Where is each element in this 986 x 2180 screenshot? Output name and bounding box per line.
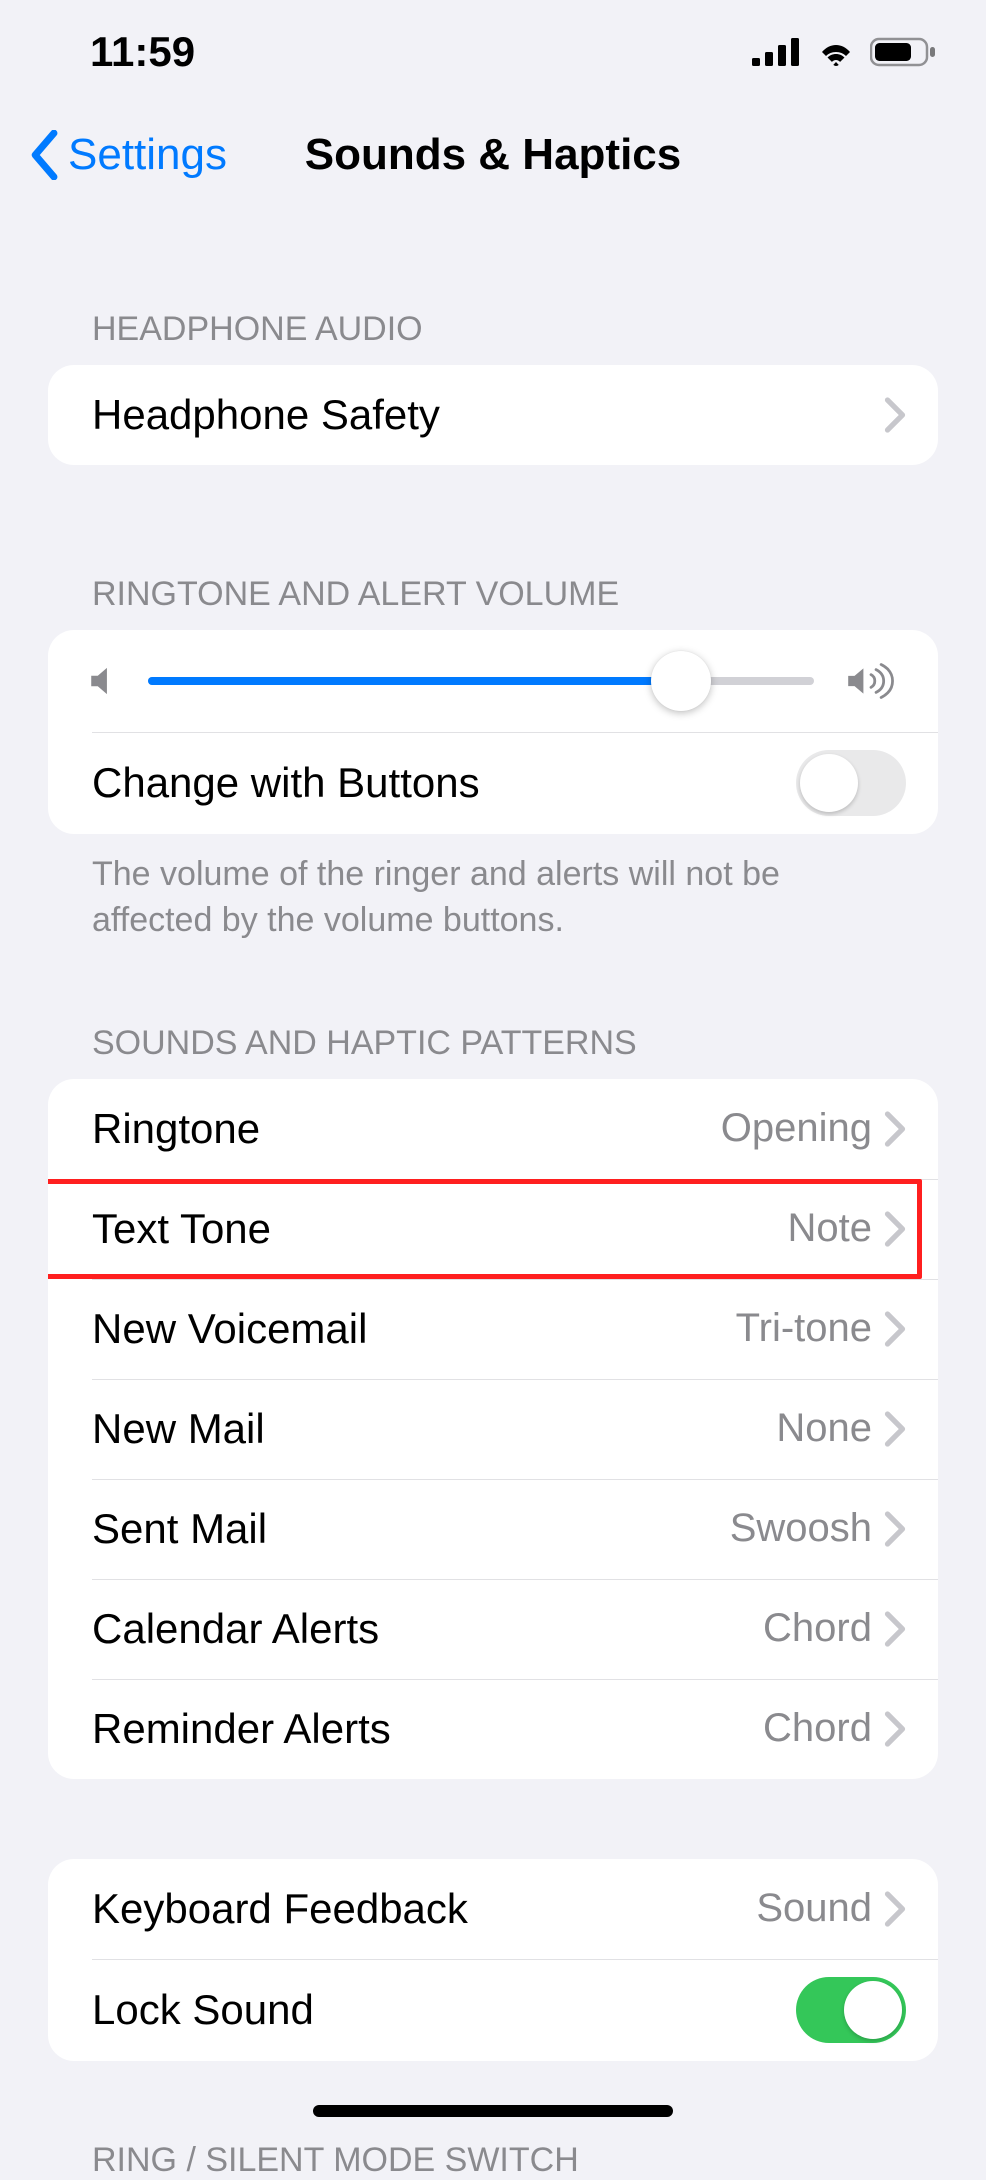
section-header-ring-silent: RING / SILENT MODE SWITCH [0, 2141, 986, 2180]
status-right [752, 37, 936, 67]
row-label: Keyboard Feedback [92, 1885, 756, 1933]
group-headphone-audio: Headphone Safety [48, 365, 938, 465]
row-label: Text Tone [92, 1205, 788, 1253]
chevron-right-icon [884, 1111, 906, 1147]
row-change-with-buttons[interactable]: Change with Buttons [48, 732, 938, 834]
section-header-headphone-audio: HEADPHONE AUDIO [0, 310, 986, 365]
row-volume-slider [48, 630, 938, 732]
row-label: Ringtone [92, 1105, 721, 1153]
toggle-change-with-buttons[interactable] [796, 750, 906, 816]
row-value: Chord [763, 1706, 872, 1751]
page-title: Sounds & Haptics [0, 130, 986, 180]
row-label: Change with Buttons [92, 759, 796, 807]
row-calendar-alerts[interactable]: Calendar AlertsChord [48, 1579, 938, 1679]
cellular-signal-icon [752, 38, 802, 66]
row-keyboard-feedback[interactable]: Keyboard Feedback Sound [48, 1859, 938, 1959]
speaker-high-icon [844, 662, 898, 700]
chevron-right-icon [884, 1711, 906, 1747]
row-lock-sound[interactable]: Lock Sound [48, 1959, 938, 2061]
home-indicator[interactable] [313, 2105, 673, 2117]
row-ringtone[interactable]: RingtoneOpening [48, 1079, 938, 1179]
wifi-icon [816, 38, 856, 66]
chevron-right-icon [884, 1411, 906, 1447]
volume-slider-thumb[interactable] [651, 651, 711, 711]
chevron-right-icon [884, 397, 906, 433]
row-headphone-safety[interactable]: Headphone Safety [48, 365, 938, 465]
row-label: New Mail [92, 1405, 776, 1453]
row-value: Tri-tone [736, 1306, 872, 1351]
group-patterns: RingtoneOpeningText ToneNoteNew Voicemai… [48, 1079, 938, 1779]
section-header-patterns: SOUNDS AND HAPTIC PATTERNS [0, 1024, 986, 1079]
row-value: Opening [721, 1106, 872, 1151]
row-label: Sent Mail [92, 1505, 730, 1553]
group-feedback: Keyboard Feedback Sound Lock Sound [48, 1859, 938, 2061]
row-reminder-alerts[interactable]: Reminder AlertsChord [48, 1679, 938, 1779]
section-header-volume: RINGTONE AND ALERT VOLUME [0, 575, 986, 630]
volume-slider[interactable] [148, 677, 814, 685]
row-value: Note [788, 1206, 873, 1251]
chevron-right-icon [884, 1611, 906, 1647]
chevron-right-icon [884, 1311, 906, 1347]
chevron-right-icon [884, 1891, 906, 1927]
navigation-bar: Settings Sounds & Haptics [0, 110, 986, 200]
status-time: 11:59 [90, 28, 195, 76]
row-value: Swoosh [730, 1506, 872, 1551]
section-footer-volume: The volume of the ringer and alerts will… [0, 834, 986, 944]
row-text-tone[interactable]: Text ToneNote [48, 1179, 938, 1279]
row-value: None [776, 1406, 872, 1451]
row-value: Sound [756, 1886, 872, 1931]
battery-icon [870, 37, 936, 67]
row-value: Chord [763, 1606, 872, 1651]
chevron-right-icon [884, 1211, 906, 1247]
row-sent-mail[interactable]: Sent MailSwoosh [48, 1479, 938, 1579]
status-bar: 11:59 [0, 0, 986, 104]
chevron-right-icon [884, 1511, 906, 1547]
row-label: Calendar Alerts [92, 1605, 763, 1653]
row-label: Reminder Alerts [92, 1705, 763, 1753]
row-new-mail[interactable]: New MailNone [48, 1379, 938, 1479]
row-label: New Voicemail [92, 1305, 736, 1353]
group-volume: Change with Buttons [48, 630, 938, 834]
toggle-lock-sound[interactable] [796, 1977, 906, 2043]
speaker-low-icon [88, 664, 118, 698]
row-label: Headphone Safety [92, 391, 884, 439]
row-label: Lock Sound [92, 1986, 796, 2034]
volume-slider-fill [148, 677, 681, 685]
row-new-voicemail[interactable]: New VoicemailTri-tone [48, 1279, 938, 1379]
